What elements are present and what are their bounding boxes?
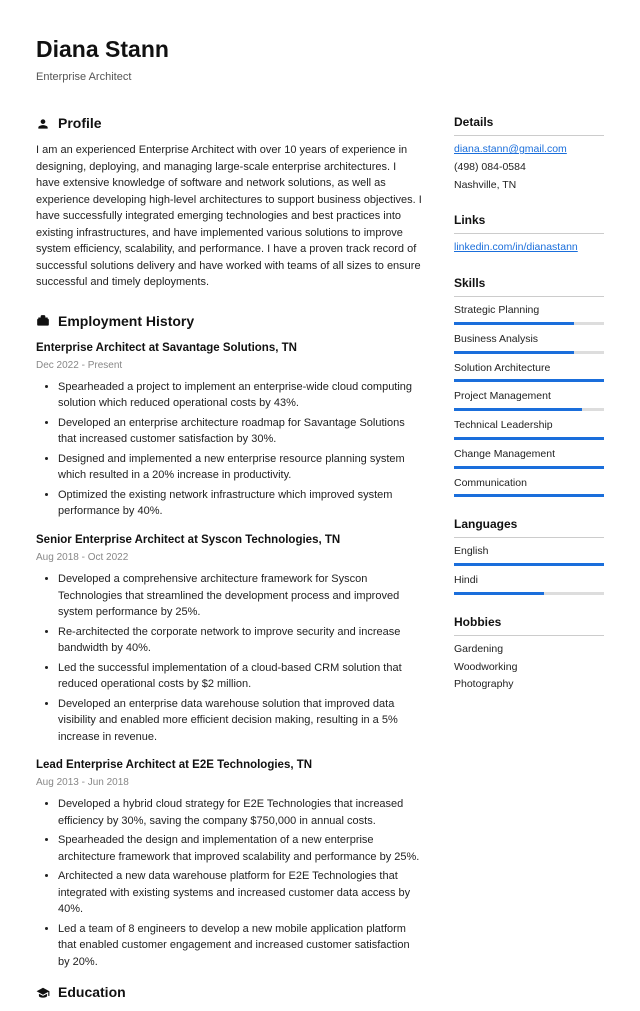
briefcase-icon <box>36 314 50 328</box>
skill-bar <box>454 379 604 382</box>
skill-bar-fill <box>454 322 574 325</box>
profile-section-header: Profile <box>36 113 422 134</box>
job-bullet: Led the successful implementation of a c… <box>58 660 422 693</box>
skill-name: Project Management <box>454 389 604 405</box>
job-bullet: Re-architected the corporate network to … <box>58 624 422 657</box>
graduation-cap-icon <box>36 986 50 1000</box>
skill-bar <box>454 592 604 595</box>
skill-name: Strategic Planning <box>454 303 604 319</box>
education-heading: Education <box>58 982 126 1003</box>
skill-bar-fill <box>454 466 604 469</box>
skill-bar <box>454 494 604 497</box>
skill-name: Hindi <box>454 573 604 589</box>
skill-item: Change Management <box>454 447 604 469</box>
job-bullet: Designed and implemented a new enterpris… <box>58 451 422 484</box>
skill-bar-fill <box>454 494 604 497</box>
languages-block: Languages English Hindi <box>454 515 604 595</box>
job-title: Enterprise Architect at Savantage Soluti… <box>36 340 422 357</box>
job-bullets: Developed a hybrid cloud strategy for E2… <box>36 796 422 970</box>
skill-bar <box>454 437 604 440</box>
skill-bar-fill <box>454 437 604 440</box>
skill-bar <box>454 466 604 469</box>
skill-item: Project Management <box>454 389 604 411</box>
job-bullet: Spearheaded a project to implement an en… <box>58 379 422 412</box>
job-entry: Enterprise Architect at Savantage Soluti… <box>36 340 422 520</box>
profile-text: I am an experienced Enterprise Architect… <box>36 142 422 291</box>
job-bullet: Architected a new data warehouse platfor… <box>58 868 422 918</box>
details-block: Details diana.stann@gmail.com (498) 084-… <box>454 113 604 193</box>
skill-bar-fill <box>454 563 604 566</box>
skill-item: Strategic Planning <box>454 303 604 325</box>
employment-section-header: Employment History <box>36 311 422 332</box>
job-dates: Aug 2013 - Jun 2018 <box>36 775 422 790</box>
skills-block: Skills Strategic Planning Business Analys… <box>454 274 604 497</box>
hobby-item: Woodworking <box>454 660 604 676</box>
details-heading: Details <box>454 113 604 136</box>
job-bullet: Spearheaded the design and implementatio… <box>58 832 422 865</box>
location-text: Nashville, TN <box>454 178 604 194</box>
job-bullets: Developed a comprehensive architecture f… <box>36 571 422 745</box>
job-dates: Dec 2022 - Present <box>36 358 422 373</box>
job-bullet: Led a team of 8 engineers to develop a n… <box>58 921 422 971</box>
job-bullet: Developed an enterprise data warehouse s… <box>58 696 422 746</box>
phone-text: (498) 084-0584 <box>454 160 604 176</box>
job-dates: Aug 2018 - Oct 2022 <box>36 550 422 565</box>
skill-bar-fill <box>454 592 544 595</box>
skill-bar <box>454 563 604 566</box>
hobby-item: Gardening <box>454 642 604 658</box>
skill-item: Communication <box>454 476 604 498</box>
job-bullet: Developed a hybrid cloud strategy for E2… <box>58 796 422 829</box>
main-column: Profile I am an experienced Enterprise A… <box>36 113 422 1011</box>
job-bullets: Spearheaded a project to implement an en… <box>36 379 422 520</box>
skill-name: Change Management <box>454 447 604 463</box>
skills-heading: Skills <box>454 274 604 297</box>
job-bullet: Optimized the existing network infrastru… <box>58 487 422 520</box>
person-title: Enterprise Architect <box>36 69 604 86</box>
external-link[interactable]: linkedin.com/in/dianastann <box>454 240 604 256</box>
skill-name: Communication <box>454 476 604 492</box>
job-title: Senior Enterprise Architect at Syscon Te… <box>36 532 422 549</box>
skill-name: English <box>454 544 604 560</box>
hobbies-heading: Hobbies <box>454 613 604 636</box>
skill-bar-fill <box>454 379 604 382</box>
jobs-list: Enterprise Architect at Savantage Soluti… <box>36 340 422 971</box>
person-name: Diana Stann <box>36 32 604 67</box>
links-heading: Links <box>454 211 604 234</box>
job-title: Lead Enterprise Architect at E2E Technol… <box>36 757 422 774</box>
skill-item: Hindi <box>454 573 604 595</box>
links-block: Links linkedin.com/in/dianastann <box>454 211 604 256</box>
education-section-header: Education <box>36 982 422 1003</box>
profile-heading: Profile <box>58 113 102 134</box>
skill-item: English <box>454 544 604 566</box>
job-bullet: Developed a comprehensive architecture f… <box>58 571 422 621</box>
resume-header: Diana Stann Enterprise Architect <box>36 32 604 85</box>
person-icon <box>36 117 50 131</box>
sidebar: Details diana.stann@gmail.com (498) 084-… <box>454 113 604 1011</box>
job-entry: Senior Enterprise Architect at Syscon Te… <box>36 532 422 745</box>
hobby-item: Photography <box>454 677 604 693</box>
employment-heading: Employment History <box>58 311 194 332</box>
skill-bar <box>454 322 604 325</box>
languages-heading: Languages <box>454 515 604 538</box>
skill-item: Technical Leadership <box>454 418 604 440</box>
hobbies-block: Hobbies Gardening WoodworkingPhotography <box>454 613 604 693</box>
skill-name: Business Analysis <box>454 332 604 348</box>
job-entry: Lead Enterprise Architect at E2E Technol… <box>36 757 422 970</box>
skill-bar <box>454 408 604 411</box>
email-link[interactable]: diana.stann@gmail.com <box>454 142 604 158</box>
skill-name: Technical Leadership <box>454 418 604 434</box>
skill-bar <box>454 351 604 354</box>
skill-name: Solution Architecture <box>454 361 604 377</box>
skill-bar-fill <box>454 351 574 354</box>
skill-item: Business Analysis <box>454 332 604 354</box>
skill-item: Solution Architecture <box>454 361 604 383</box>
job-bullet: Developed an enterprise architecture roa… <box>58 415 422 448</box>
skill-bar-fill <box>454 408 582 411</box>
